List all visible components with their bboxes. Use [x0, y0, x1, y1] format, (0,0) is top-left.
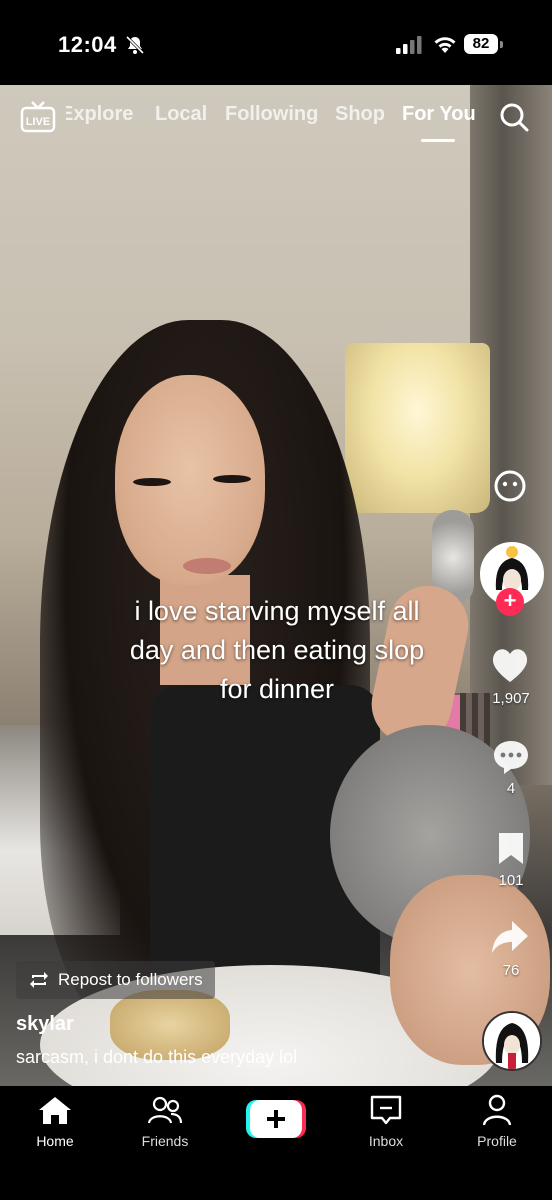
smiley-face-icon[interactable] — [493, 469, 527, 503]
follow-plus-button[interactable]: + — [496, 588, 524, 616]
nav-profile[interactable]: Profile — [452, 1094, 542, 1149]
status-bar: 12:04 82 — [0, 0, 552, 85]
battery-level: 82 — [464, 34, 498, 54]
caption-line-1: i love starving myself all — [134, 596, 420, 626]
tab-explore[interactable]: Explore — [66, 103, 133, 126]
tab-following[interactable]: Following — [225, 103, 318, 126]
video-scene-eye-right — [213, 475, 251, 483]
inbox-icon — [370, 1095, 402, 1125]
cellular-signal-icon — [396, 36, 422, 54]
active-tab-indicator — [421, 139, 455, 142]
create-plus-button[interactable] — [246, 1100, 306, 1138]
heart-icon[interactable] — [490, 646, 530, 684]
status-time: 12:04 — [58, 32, 117, 57]
creator-username[interactable]: skylar — [16, 1013, 74, 1036]
video-scene-lips — [183, 558, 231, 574]
nav-home[interactable]: Home — [10, 1094, 100, 1149]
share-count: 76 — [502, 962, 520, 979]
bookmark-count: 101 — [498, 872, 524, 889]
tab-shop[interactable]: Shop — [335, 103, 385, 126]
video-scene-lamp — [345, 343, 490, 513]
nav-profile-label: Profile — [477, 1133, 517, 1149]
nav-inbox[interactable]: Inbox — [341, 1094, 431, 1149]
wifi-icon — [434, 37, 456, 53]
comment-icon[interactable] — [492, 738, 530, 776]
post-description: sarcasm, i dont do this everyday lol — [16, 1047, 298, 1067]
video-scene-eye-left — [133, 478, 171, 486]
live-label: LIVE — [26, 116, 50, 128]
share-arrow-icon[interactable] — [490, 918, 530, 956]
like-count: 1,907 — [492, 690, 530, 707]
repost-icon — [30, 972, 48, 988]
home-icon — [39, 1097, 71, 1124]
battery-indicator: 82 — [464, 34, 504, 56]
tab-local[interactable]: Local — [155, 103, 207, 126]
nav-inbox-label: Inbox — [368, 1133, 404, 1149]
battery-tip — [500, 41, 503, 48]
bottom-nav: Home Friends Inbox Profile — [0, 1086, 552, 1200]
search-icon[interactable] — [498, 101, 530, 133]
repost-button[interactable]: Repost to followers — [16, 961, 215, 999]
live-tv-icon[interactable]: LIVE — [20, 101, 56, 133]
music-disc-illustration-icon — [484, 1013, 540, 1069]
nav-friends[interactable]: Friends — [120, 1094, 210, 1149]
caption-line-3: for dinner — [219, 674, 335, 704]
caption-line-2: day and then eating slop — [129, 635, 425, 665]
comment-count: 4 — [506, 780, 516, 797]
video-player[interactable] — [0, 85, 552, 1086]
nav-home-label: Home — [36, 1133, 74, 1149]
bell-muted-icon — [125, 35, 145, 55]
tab-for-you[interactable]: For You — [402, 103, 476, 126]
friends-icon — [147, 1096, 183, 1124]
profile-icon — [482, 1094, 512, 1126]
video-caption: i love starving myself all day and then … — [72, 592, 482, 709]
top-nav: LIVE Explore Local Following Shop For Yo… — [0, 95, 552, 145]
bookmark-icon[interactable] — [496, 830, 526, 866]
repost-label: Repost to followers — [58, 970, 203, 989]
nav-friends-label: Friends — [141, 1133, 189, 1149]
music-disc[interactable] — [482, 1011, 542, 1071]
